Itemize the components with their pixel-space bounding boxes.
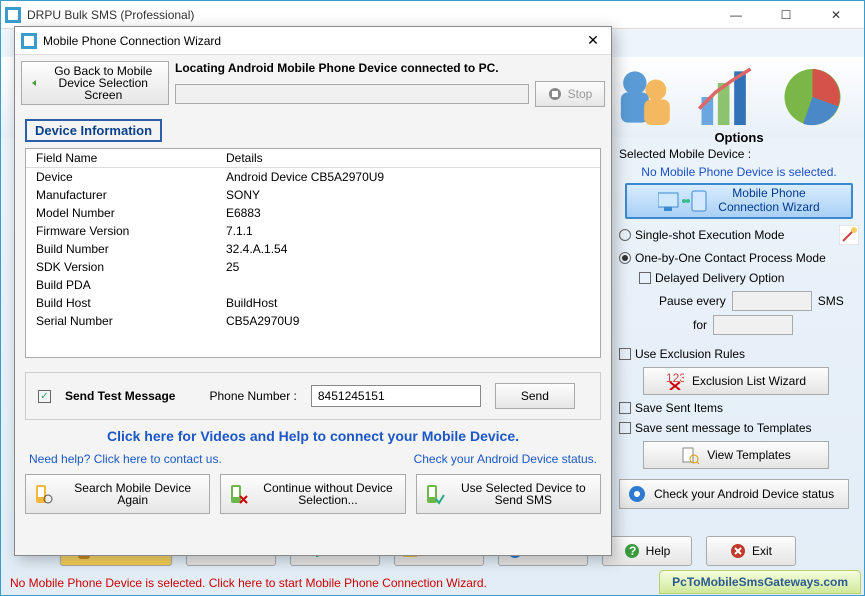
save-sent-label: Save Sent Items xyxy=(635,401,723,415)
dialog-icon xyxy=(21,33,37,49)
main-titlebar: DRPU Bulk SMS (Professional) — ☐ ✕ xyxy=(1,1,864,29)
check-status-button[interactable]: Check your Android Device status xyxy=(619,479,849,509)
table-row: Build Number32.4.A.1.54 xyxy=(26,240,600,258)
wand-icon[interactable] xyxy=(839,225,859,245)
send-test-button[interactable]: Send xyxy=(495,383,575,409)
stop-button[interactable]: Stop xyxy=(535,81,605,107)
minimize-button[interactable]: — xyxy=(720,5,752,25)
use-selected-button[interactable]: Use Selected Device to Send SMS xyxy=(416,474,601,514)
exclusion-checkbox[interactable] xyxy=(619,348,631,360)
one-by-one-label: One-by-One Contact Process Mode xyxy=(635,251,826,265)
pause-every-label: Pause every xyxy=(659,294,726,308)
need-help-link[interactable]: Need help? Click here to contact us. xyxy=(29,452,222,466)
dialog-titlebar: Mobile Phone Connection Wizard ✕ xyxy=(15,27,611,55)
check-android-status-link[interactable]: Check your Android Device status. xyxy=(414,452,597,466)
table-row: Serial NumberCB5A2970U9 xyxy=(26,312,600,330)
send-test-checkbox[interactable]: ✓ xyxy=(38,390,51,403)
templates-icon xyxy=(681,446,699,464)
delayed-checkbox[interactable] xyxy=(639,272,651,284)
table-row: Build PDA xyxy=(26,276,600,294)
close-button[interactable]: ✕ xyxy=(820,5,852,25)
gear-icon xyxy=(628,485,646,503)
dialog-close-button[interactable]: ✕ xyxy=(581,32,605,49)
status-message[interactable]: No Mobile Phone Device is selected. Clic… xyxy=(10,576,487,590)
for-label: for xyxy=(693,318,707,332)
exclusion-label: Use Exclusion Rules xyxy=(635,347,745,361)
stop-icon xyxy=(548,87,562,101)
table-row: Firmware Version7.1.1 xyxy=(26,222,600,240)
window-title: DRPU Bulk SMS (Professional) xyxy=(27,8,720,22)
go-back-button[interactable]: Go Back to Mobile Device Selection Scree… xyxy=(21,61,169,105)
app-icon xyxy=(5,7,21,23)
exclusion-wizard-button[interactable]: 123Exclusion List Wizard xyxy=(643,367,829,395)
delayed-label: Delayed Delivery Option xyxy=(655,271,784,285)
devices-icon xyxy=(658,189,708,213)
selected-device-label: Selected Mobile Device : xyxy=(619,147,859,161)
branding-label: PcToMobileSmsGateways.com xyxy=(659,570,861,594)
no-device-text: No Mobile Phone Device is selected. xyxy=(619,165,859,179)
phone-x-icon xyxy=(227,483,249,505)
save-sent-checkbox[interactable] xyxy=(619,402,631,414)
exclusion-icon: 123 xyxy=(666,372,684,390)
device-info-table: Field NameDetails DeviceAndroid Device C… xyxy=(25,148,601,358)
phone-check-icon xyxy=(423,483,445,505)
exit-button[interactable]: Exit xyxy=(706,536,796,566)
help-icon: ? xyxy=(624,543,640,559)
svg-text:?: ? xyxy=(629,544,636,558)
connection-wizard-dialog: Mobile Phone Connection Wizard ✕ Go Back… xyxy=(14,26,612,556)
single-shot-radio[interactable] xyxy=(619,229,631,241)
table-row: ManufacturerSONY xyxy=(26,186,600,204)
phone-number-label: Phone Number : xyxy=(209,389,296,403)
maximize-button[interactable]: ☐ xyxy=(770,5,802,25)
pause-every-dropdown[interactable] xyxy=(732,291,812,311)
phone-search-icon xyxy=(32,483,54,505)
videos-help-link[interactable]: Click here for Videos and Help to connec… xyxy=(15,428,611,444)
col-details: Details xyxy=(226,151,590,165)
help-button[interactable]: ?Help xyxy=(602,536,692,566)
one-by-one-radio[interactable] xyxy=(619,252,631,264)
people-icon xyxy=(609,62,684,132)
for-dropdown[interactable] xyxy=(713,315,793,335)
table-row: Model NumberE6883 xyxy=(26,204,600,222)
chart-icon xyxy=(692,62,767,132)
send-test-label: Send Test Message xyxy=(65,389,175,403)
progress-bar xyxy=(175,84,529,104)
table-row: Build HostBuildHost xyxy=(26,294,600,312)
table-row: DeviceAndroid Device CB5A2970U9 xyxy=(26,168,600,186)
options-panel: Options Selected Mobile Device : No Mobi… xyxy=(619,130,859,509)
svg-text:123: 123 xyxy=(666,372,684,385)
connection-wizard-button[interactable]: Mobile PhoneConnection Wizard xyxy=(625,183,853,219)
save-templates-checkbox[interactable] xyxy=(619,422,631,434)
continue-without-button[interactable]: Continue without Device Selection... xyxy=(220,474,405,514)
save-templates-label: Save sent message to Templates xyxy=(635,421,812,435)
dialog-title: Mobile Phone Connection Wizard xyxy=(43,34,581,48)
back-arrow-icon xyxy=(26,73,36,93)
table-row: SDK Version25 xyxy=(26,258,600,276)
sms-label: SMS xyxy=(818,294,844,308)
pie-icon xyxy=(775,62,850,132)
locating-text: Locating Android Mobile Phone Device con… xyxy=(175,61,605,75)
exit-icon xyxy=(730,543,746,559)
single-shot-label: Single-shot Execution Mode xyxy=(635,228,784,242)
col-field-name: Field Name xyxy=(36,151,226,165)
search-again-button[interactable]: Search Mobile Device Again xyxy=(25,474,210,514)
view-templates-button[interactable]: View Templates xyxy=(643,441,829,469)
test-message-box: ✓ Send Test Message Phone Number : Send xyxy=(25,372,601,420)
options-title: Options xyxy=(619,130,859,145)
phone-number-input[interactable] xyxy=(311,385,481,407)
device-info-group: Device Information xyxy=(25,119,162,142)
